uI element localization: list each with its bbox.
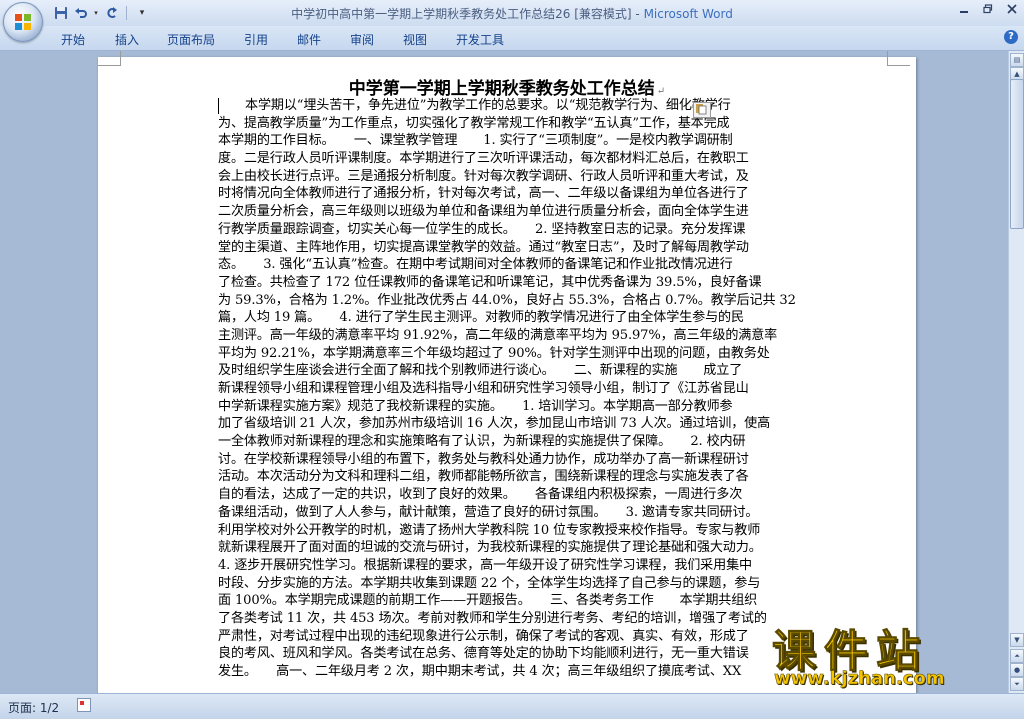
office-logo-icon [15, 14, 31, 30]
margin-corner-right [887, 51, 910, 66]
tab-mailings[interactable]: 邮件 [297, 31, 321, 48]
document-line: 会上由校长进行点评。三是通报分析制度。针对每次教学调研、行政人员听评和重大考试，… [218, 168, 749, 184]
tab-insert[interactable]: 插入 [115, 31, 139, 48]
next-page-icon[interactable]: ⏷ [1010, 677, 1024, 691]
restore-icon[interactable] [976, 0, 1000, 18]
watermark: 课件站 www.kjzhan.com [772, 615, 1012, 695]
margin-corner-left [98, 51, 121, 66]
document-line: 为 59.3%，合格为 1.2%。作业批改优秀占 44.0%，良好占 55.3%… [218, 292, 796, 308]
tab-view[interactable]: 视图 [403, 31, 427, 48]
office-button[interactable] [3, 2, 43, 42]
tab-home[interactable]: 开始 [61, 31, 85, 48]
document-line: 活动。本次活动分为文科和理科二组，教师都能畅所欲言，围绕新课程的理念与实施发表了… [218, 469, 749, 485]
document-line: 及时组织学生座谈会进行全面了解和找个别教师进行谈心。 二、新课程的实施 成立了 [218, 363, 743, 379]
ruler-toggle-icon[interactable]: ▤ [1010, 53, 1024, 67]
document-line: 讨。在学校新课程领导小组的布置下，教务处与教科处通力协作，成功举办了高一新课程研… [218, 451, 749, 467]
document-line: 态。 3. 强化“五认真”检查。在期中考试期间对全体教师的备课笔记和作业批改情况… [218, 257, 733, 273]
tab-review[interactable]: 审阅 [350, 31, 374, 48]
scroll-down-icon[interactable]: ▼ [1010, 633, 1024, 647]
status-bar: 页面: 1/2 [0, 693, 1024, 719]
document-title-text: 中学第一学期上学期秋季教务处工作总结 [348, 79, 655, 99]
proofing-icon[interactable] [77, 698, 91, 712]
document-line: 主测评。高一年级的满意率平均 91.92%，高二年级的满意率平均为 95.97%… [218, 327, 778, 343]
document-line: 备课组活动，做到了人人参与，献计献策，营造了良好的研讨氛围。 3. 邀请专家共同… [218, 504, 759, 520]
watermark-url: www.kjzhan.com [774, 668, 945, 690]
document-line: 新课程领导小组和课程管理小组及选科指导小组和研究性学习领导小组，制订了《江苏省昆… [218, 381, 749, 396]
paste-options-icon[interactable] [693, 102, 711, 118]
document-name: 中学初中高中第一学期上学期秋季教务处工作总结26 [兼容模式] - [291, 7, 644, 21]
document-workspace[interactable]: 中学第一学期上学期秋季教务处工作总结 ↵ 本学期以“埋头苦干，争先进位”为教学工作… [0, 51, 1008, 693]
ribbon-tab-bar: 开始 插入 页面布局 引用 邮件 审阅 视图 开发工具 ? [0, 26, 1024, 51]
document-line: 了检查。共检查了 172 位任课教师的备课笔记和听课笔记，其中优秀备课为 39.… [218, 274, 762, 290]
document-line: 自的看法，达成了一定的共识，收到了良好的效果。 各备课组内积极探索，一周进行多次 [218, 487, 743, 503]
document-line: 面 100%。本学期完成课题的前期工作——开题报告。 三、各类考务工作 本学期共… [218, 593, 758, 609]
scroll-thumb[interactable] [1010, 79, 1024, 229]
document-line: 堂的主渠道、主阵地作用，切实提高课堂教学的效益。通过“教室日志”，及时了解每周教… [218, 239, 749, 255]
document-line: 了各类考试 11 次，共 453 场次。考前对教师和学生分别进行考务、考纪的培训… [218, 610, 767, 626]
document-line: 发生。 高一、二年级月考 2 次，期中期末考试，共 4 次；高三年级组织了摸底考… [218, 664, 742, 679]
document-line: 二次质量分析会，高三年级则以班级为单位和备课组为单位进行质量分析会，面向全体学生… [218, 204, 749, 220]
document-body[interactable]: 本学期以“埋头苦干，争先进位”为教学工作的总要求。以“规范教学行为、细化教学行为… [218, 97, 796, 693]
window-controls [952, 0, 1024, 18]
document-line: 严肃性，对考试过程中出现的违纪现象进行公示制，确保了考试的客观、真实、有效，形成… [218, 628, 749, 644]
document-line: 本学期的工作目标。 一、课堂教学管理 1. 实行了“三项制度”。一是校内教学调研… [218, 133, 733, 149]
browse-object-icon[interactable]: ● [1010, 663, 1024, 677]
document-line: 时将情况向全体教师进行了通报分析，针对每次考试，高一、二年级以备课组为单位各进行… [218, 186, 749, 202]
document-line: 中学新课程实施方案》规范了我校新课程的实施。 1. 培训学习。本学期高一部分教师… [218, 398, 733, 414]
document-line: 时段、分步实施的方法。本学期共收集到课题 22 个，全体学生均选择了自己参与的课… [218, 575, 761, 591]
tab-references[interactable]: 引用 [244, 31, 268, 48]
document-line: 加了省级培训 21 人次，参加苏州市级培训 16 人次，参加昆山市培训 73 人… [218, 416, 771, 432]
window-title: 中学初中高中第一学期上学期秋季教务处工作总结26 [兼容模式] - Micros… [0, 5, 1024, 22]
document-title: 中学第一学期上学期秋季教务处工作总结 ↵ [98, 74, 916, 99]
document-page[interactable]: 中学第一学期上学期秋季教务处工作总结 ↵ 本学期以“埋头苦干，争先进位”为教学工作… [98, 57, 916, 693]
tab-developer[interactable]: 开发工具 [456, 31, 504, 48]
document-line: 良的考风、班风和学风。各类考试在总务、德育等处定的协助下均能顺利进行，无一重大错… [218, 646, 749, 662]
app-name: Microsoft Word [643, 7, 733, 21]
document-line: 度。二是行政人员听评课制度。本学期进行了三次听评课活动，每次都材料汇总后，在教职… [218, 151, 749, 167]
page-indicator[interactable]: 页面: 1/2 [8, 699, 59, 716]
minimize-icon[interactable] [952, 0, 976, 18]
document-line: 平均为 92.21%，本学期满意率三个年级均超过了 90%。针对学生测评中出现的… [218, 345, 770, 361]
document-line: 行教学质量跟踪调查，切实关心每一位学生的成长。 2. 坚持教室日志的记录。充分发… [218, 221, 746, 237]
document-line: 就新课程展开了面对面的坦诚的交流与研讨，为我校新课程的实施提供了理论基础和强大动… [218, 540, 762, 556]
tab-page-layout[interactable]: 页面布局 [167, 31, 215, 48]
close-icon[interactable] [1000, 0, 1024, 18]
previous-page-icon[interactable]: ⏶ [1010, 649, 1024, 663]
paragraph-mark-icon: ↵ [656, 86, 666, 97]
vertical-scrollbar[interactable]: ▤ ▲ ▼ ⏶ ● ⏷ [1008, 51, 1024, 693]
document-line: 利用学校对外公开教学的时机，邀请了扬州大学教科院 10 位专家教授来校作指导。专… [218, 522, 761, 538]
help-icon[interactable]: ? [1004, 30, 1018, 44]
document-line: 4. 逐步开展研究性学习。根据新课程的要求，高一年级开设了研究性学习课程，我们采… [218, 557, 752, 573]
document-line: 篇，人均 19 篇。 4. 进行了学生民主测评。对教师的教学情况进行了由全体学生… [218, 310, 744, 326]
document-line: 一全体教师对新课程的理念和实施策略有了认识，为新课程的实施提供了保障。 2. 校… [218, 434, 746, 450]
title-bar: ▾ ▾ 中学初中高中第一学期上学期秋季教务处工作总结26 [兼容模式] - Mi… [0, 0, 1024, 26]
